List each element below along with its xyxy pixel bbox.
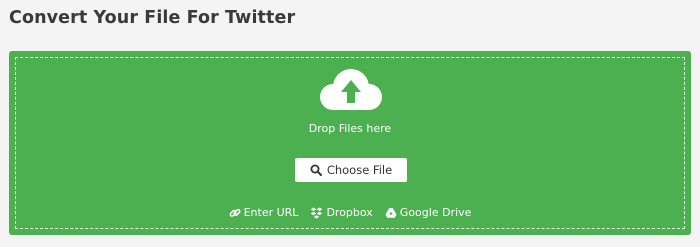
enter-url-link[interactable]: Enter URL <box>229 206 299 220</box>
search-icon <box>310 164 322 176</box>
upload-sources: Enter URL Dropbox Google Drive <box>9 206 691 220</box>
cloud-upload-icon <box>316 67 386 115</box>
dropbox-label: Dropbox <box>326 206 373 219</box>
link-icon <box>229 207 241 219</box>
upload-panel[interactable]: Drop Files here Choose File Enter URL Dr… <box>9 51 691 235</box>
enter-url-label: Enter URL <box>243 206 299 219</box>
choose-file-button[interactable]: Choose File <box>295 158 407 182</box>
dropbox-link[interactable]: Dropbox <box>310 206 373 220</box>
google-drive-icon <box>385 207 397 219</box>
google-drive-link[interactable]: Google Drive <box>385 206 472 220</box>
page-title: Convert Your File For Twitter <box>9 8 296 28</box>
drop-files-text: Drop Files here <box>308 122 392 135</box>
google-drive-label: Google Drive <box>399 206 472 219</box>
dropbox-icon <box>310 207 323 219</box>
choose-file-label: Choose File <box>326 163 393 177</box>
